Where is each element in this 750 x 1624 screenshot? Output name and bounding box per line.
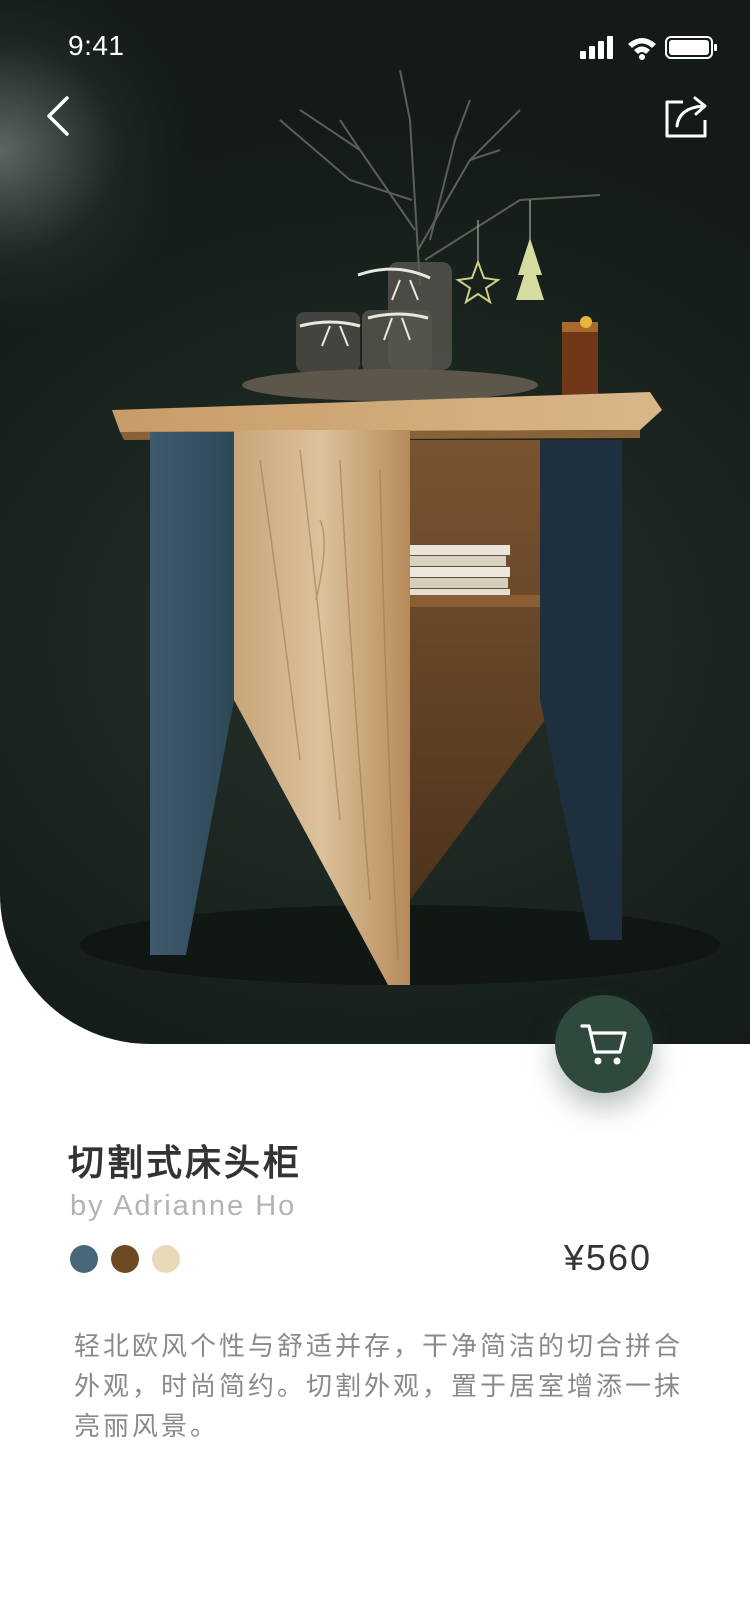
product-photo	[80, 69, 720, 985]
share-button[interactable]	[655, 84, 719, 148]
product-designer: by Adrianne Ho	[70, 1190, 297, 1222]
chevron-left-icon	[47, 96, 69, 136]
status-icons	[580, 36, 717, 60]
color-swatch-brown[interactable]	[111, 1245, 139, 1273]
product-description: 轻北欧风个性与舒适并存，干净简洁的切合拼合外观，时尚简约。切割外观，置于居室增添…	[74, 1332, 684, 1442]
cart-icon	[580, 1024, 627, 1065]
status-time: 9:41	[68, 30, 125, 61]
back-button[interactable]	[26, 84, 90, 148]
status-bar: 9:41	[0, 0, 750, 96]
share-icon	[665, 96, 707, 138]
hero-image: 9:41	[0, 0, 750, 1044]
signal-icon	[580, 36, 613, 59]
color-swatches	[70, 1245, 180, 1273]
battery-icon	[665, 36, 717, 59]
wifi-icon	[628, 38, 656, 60]
color-swatch-beige[interactable]	[152, 1245, 180, 1273]
product-price: ¥560	[563, 1237, 652, 1278]
product-title: 切割式床头柜	[68, 1143, 303, 1184]
add-to-cart-button[interactable]	[555, 995, 653, 1093]
color-swatch-blue[interactable]	[70, 1245, 98, 1273]
